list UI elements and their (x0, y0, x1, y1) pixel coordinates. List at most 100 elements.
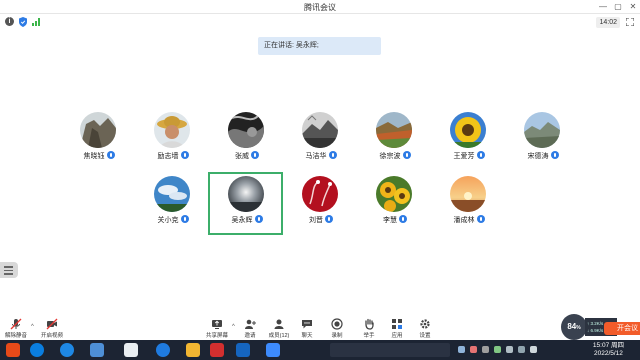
members-button[interactable]: 成员(12) (264, 318, 294, 340)
participant-name: 关小克 (157, 217, 179, 224)
fullscreen-icon[interactable] (626, 18, 634, 26)
maximize-icon[interactable]: ▢ (611, 1, 625, 13)
participant-tile[interactable]: 宋德涛 (506, 112, 580, 172)
start-menu-icon[interactable] (6, 343, 20, 357)
gear-icon (420, 319, 430, 329)
participant-name: 刘晋 (309, 217, 323, 224)
avatar (376, 112, 412, 148)
avatar (302, 176, 338, 212)
system-monitor-ball[interactable]: 84% (561, 314, 587, 340)
tray-icon[interactable] (470, 346, 477, 353)
record-button[interactable]: 录制 (326, 318, 348, 340)
network-icon[interactable] (530, 346, 537, 353)
participant-tile[interactable]: 马洁华 (284, 112, 358, 172)
participant-name: 张威 (235, 153, 249, 160)
document-app-icon[interactable] (124, 343, 138, 357)
hand-icon (365, 318, 374, 330)
meeting-control-bar: 解除静音 ^ 开启视频 共享屏幕 ^ 邀请 成员(12) 聊天 录制 举手 应用… (0, 318, 640, 340)
mic-icon (402, 151, 411, 159)
meeting-floating-button[interactable]: 开会议 (604, 322, 640, 335)
unmute-button[interactable]: 解除静音 (2, 318, 30, 340)
tencent-meeting-taskbar-icon[interactable] (236, 343, 250, 357)
signal-icon[interactable] (32, 18, 42, 26)
tray-icon[interactable] (458, 346, 465, 353)
apps-icon (392, 319, 402, 329)
avatar (450, 112, 486, 148)
close-icon[interactable]: ✕ (626, 1, 640, 13)
participant-name: 王爱芳 (453, 153, 475, 160)
participant-name: 潘成林 (453, 217, 475, 224)
speaking-banner: 正在讲话: 吴永辉; (258, 37, 381, 55)
avatar (524, 112, 560, 148)
participant-tile[interactable]: 张威 (210, 112, 284, 172)
clock-time: 15:07 周四 (592, 342, 624, 349)
mic-icon (550, 151, 559, 159)
minimize-icon[interactable]: — (596, 1, 610, 13)
participant-tile[interactable]: 刘晋 (284, 176, 358, 236)
windows-taskbar: 15:07 周四 2022/5/12 (0, 340, 640, 360)
browser-360-icon[interactable] (30, 343, 44, 357)
avatar (376, 176, 412, 212)
camera-off-icon (46, 318, 58, 330)
title-bar: 腾讯会议 — ▢ ✕ (0, 0, 640, 14)
participant-tile[interactable]: 关小克 (136, 176, 210, 236)
participant-tile[interactable]: 励志墙 (136, 112, 210, 172)
participant-name: 励志墙 (157, 153, 179, 160)
participant-list-toggle-icon[interactable] (0, 262, 18, 278)
avatar (154, 176, 190, 212)
participant-tile[interactable]: 焦晓钰 (62, 112, 136, 172)
file-explorer-icon[interactable] (186, 343, 200, 357)
meeting-info-bar: i 14:02 (0, 14, 640, 30)
ie-browser-icon[interactable] (60, 343, 74, 357)
chat-button[interactable]: 聊天 (296, 318, 318, 340)
chat-icon (302, 320, 312, 329)
audio-options-caret-icon[interactable]: ^ (31, 324, 34, 330)
active-speaker-highlight (208, 172, 283, 235)
avatar (80, 112, 116, 148)
mic-icon (106, 151, 115, 159)
participant-name: 宋德涛 (527, 153, 549, 160)
system-clock[interactable]: 15:07 周四 2022/5/12 (593, 342, 624, 358)
share-screen-button[interactable]: 共享屏幕 (202, 318, 232, 340)
invite-button[interactable]: 邀请 (238, 318, 262, 340)
volume-icon[interactable] (518, 346, 525, 353)
start-video-button[interactable]: 开启视频 (38, 318, 66, 340)
participant-tile[interactable]: 王爱芳 (432, 112, 506, 172)
taskbar-running-apps[interactable] (330, 343, 450, 357)
clock-date: 2022/5/12 (594, 350, 623, 357)
share-options-caret-icon[interactable]: ^ (232, 324, 235, 330)
settings-button[interactable]: 设置 (414, 318, 436, 340)
apps-button[interactable]: 应用 (386, 318, 408, 340)
participant-tile[interactable]: 徐宗波 (358, 112, 432, 172)
mic-icon (251, 151, 259, 159)
shield-icon[interactable] (19, 17, 27, 27)
participant-name: 马洁华 (305, 153, 327, 160)
avatar (302, 112, 338, 148)
tray-icon[interactable] (506, 346, 513, 353)
avatar (450, 176, 486, 212)
share-screen-icon (212, 320, 222, 329)
mic-icon (180, 151, 189, 159)
window-title: 腾讯会议 (304, 3, 336, 12)
mic-icon (476, 215, 485, 223)
members-icon (274, 319, 284, 329)
mic-icon (399, 215, 407, 223)
raise-hand-button[interactable]: 举手 (358, 318, 380, 340)
participant-name: 徐宗波 (379, 153, 401, 160)
internet-explorer-icon[interactable] (156, 343, 170, 357)
record-icon (331, 318, 343, 330)
participant-name: 焦晓钰 (83, 153, 105, 160)
tray-icon[interactable] (482, 346, 489, 353)
avatar (228, 112, 264, 148)
monitor-app-icon[interactable] (90, 343, 104, 357)
info-icon[interactable]: i (5, 17, 14, 26)
mic-icon (325, 215, 333, 223)
mic-icon (328, 151, 337, 159)
participant-tile[interactable]: 李慧 (358, 176, 432, 236)
wps-office-icon[interactable] (210, 343, 224, 357)
tablet-app-icon[interactable] (266, 343, 280, 357)
participant-tile[interactable]: 潘成林 (432, 176, 506, 236)
tray-icon[interactable] (494, 346, 501, 353)
mic-icon (180, 215, 189, 223)
mic-icon (476, 151, 485, 159)
